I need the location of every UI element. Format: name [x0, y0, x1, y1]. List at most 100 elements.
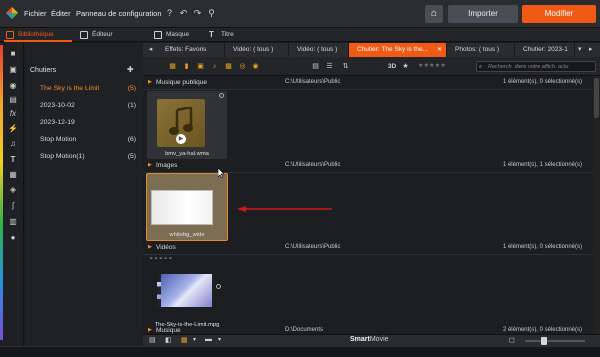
- collection-item[interactable]: 2023-12-19: [40, 119, 136, 130]
- group-header[interactable]: ▶ Musique D:\Documents 2 élément(s), 0 s…: [143, 327, 593, 334]
- storyboard-icon[interactable]: ▦: [181, 336, 188, 344]
- close-tab-icon[interactable]: ✕: [437, 43, 442, 57]
- item-menu-icon[interactable]: [219, 93, 224, 98]
- mouse-cursor-icon: [218, 168, 225, 178]
- collapse-icon[interactable]: ▶: [148, 244, 152, 250]
- dropdown-icon[interactable]: ▾: [218, 336, 221, 343]
- photos-icon[interactable]: ▤: [8, 95, 18, 105]
- media-icon[interactable]: ◉: [8, 81, 18, 91]
- menu-control-panel[interactable]: Panneau de configuration: [76, 9, 162, 18]
- edit-button[interactable]: Modifier: [522, 5, 596, 23]
- undo-icon[interactable]: ↶: [178, 8, 189, 19]
- smartmovie-button[interactable]: SmartMovie: [350, 336, 389, 343]
- media-item[interactable]: ▶ bmv_ya-hal.wma: [147, 91, 227, 159]
- info-icon[interactable]: ◧: [165, 336, 172, 344]
- transitions-icon[interactable]: ⚡: [8, 124, 18, 134]
- disc-filter-icon[interactable]: ◎: [238, 62, 247, 71]
- library-tab[interactable]: Effets: Favoris: [157, 43, 225, 57]
- home-icon: ⌂: [430, 8, 438, 19]
- group-header[interactable]: ▶ Musique publique C:\Utilisateurs\Publi…: [143, 79, 593, 88]
- collection-item[interactable]: Stop Motion(1) (5): [40, 153, 136, 164]
- library-tab[interactable]: Vidéo: ( tous ): [289, 43, 349, 57]
- project-icon[interactable]: ▣: [8, 65, 18, 75]
- filter-all-icon[interactable]: ▦: [168, 62, 177, 71]
- collections-icon[interactable]: ■: [8, 49, 18, 59]
- collections-heading: Chutiers: [30, 67, 57, 74]
- collapse-icon[interactable]: ▶: [148, 327, 152, 333]
- tab-title[interactable]: T Titre: [207, 28, 257, 42]
- tab-scroll-left-icon[interactable]: ◂: [146, 44, 155, 56]
- library-tab[interactable]: Chutier: 2023-1: [515, 43, 575, 57]
- app-logo-icon: [6, 7, 18, 19]
- item-menu-icon[interactable]: [216, 284, 221, 289]
- scrollbar-thumb[interactable]: [594, 78, 599, 118]
- add-collection-icon[interactable]: ✚: [127, 65, 137, 75]
- tab-library[interactable]: Bibliothèque: [4, 28, 72, 42]
- effects-icon[interactable]: fx: [8, 109, 18, 119]
- 3d-filter-toggle[interactable]: 3D: [386, 62, 398, 71]
- view-list-icon[interactable]: ☰: [325, 62, 334, 71]
- import-button[interactable]: Importer: [448, 5, 518, 23]
- library-tab[interactable]: Vidéo: ( tous ): [225, 43, 289, 57]
- sound-effects-icon[interactable]: ʃ: [8, 201, 18, 211]
- more-filter-icon[interactable]: ◉: [251, 62, 260, 71]
- annotation-arrow: [237, 206, 332, 212]
- category-color-bar: [0, 45, 3, 340]
- search-icon: ⌕: [479, 64, 483, 70]
- list-view-icon[interactable]: ▬: [205, 336, 212, 343]
- photo-filter-icon[interactable]: ▣: [196, 62, 205, 71]
- group-header[interactable]: ▶ Images C:\Utilisateurs\Public 1 élémen…: [143, 162, 593, 171]
- layers-icon[interactable]: ◈: [8, 185, 18, 195]
- zoom-slider-handle[interactable]: [541, 337, 547, 345]
- tab-editor[interactable]: Éditeur: [78, 28, 138, 42]
- editor-icon: [80, 31, 88, 39]
- music-note-icon: [169, 107, 193, 135]
- tab-mask[interactable]: Masque: [152, 28, 202, 42]
- content-scrollbar[interactable]: [593, 76, 600, 334]
- mask-icon: [154, 31, 162, 39]
- tabs-menu-icon[interactable]: ▾: [578, 45, 582, 53]
- media-item-selected[interactable]: whitebg_wide: [146, 173, 228, 241]
- collections-panel: Chutiers ✚ The Sky is the Limit (5) 2023-…: [25, 43, 143, 346]
- collection-item[interactable]: The Sky is the Limit (5): [40, 85, 136, 96]
- library-content: ▶ Musique publique C:\Utilisateurs\Publi…: [143, 76, 593, 334]
- image-thumbnail: [152, 191, 212, 224]
- page-icon[interactable]: ▤: [149, 336, 156, 344]
- redo-icon[interactable]: ↷: [192, 8, 203, 19]
- library-tabs: ◂ Effets: Favoris Vidéo: ( tous ) Vidéo:…: [143, 43, 600, 57]
- tab-scroll-right-icon[interactable]: ▸: [589, 45, 593, 53]
- project-filter-icon[interactable]: ▩: [224, 62, 233, 71]
- link-icon[interactable]: ⚲: [206, 8, 217, 19]
- group-header[interactable]: ▶ Vidéos C:\Utilisateurs\Public 1 élémen…: [143, 244, 593, 253]
- library-tab-active[interactable]: Chutier: The Sky is the... ✕: [349, 43, 447, 57]
- collection-item[interactable]: Stop Motion (6): [40, 136, 136, 147]
- collapse-icon[interactable]: ▶: [148, 162, 152, 168]
- collection-item[interactable]: 2023-10-02 (1): [40, 102, 136, 113]
- dropdown-icon[interactable]: ▾: [193, 336, 196, 343]
- collapse-icon[interactable]: ▶: [148, 79, 152, 85]
- media-item[interactable]: The-Sky-is-the-Limit.mpg: [147, 259, 227, 329]
- sort-icon[interactable]: ⇅: [341, 62, 350, 71]
- titles-icon[interactable]: T: [8, 155, 18, 165]
- library-tab[interactable]: Photos: ( tous ): [447, 43, 515, 57]
- disc-menu-icon[interactable]: ▥: [8, 217, 18, 227]
- menu-edit[interactable]: Éditer: [51, 9, 71, 18]
- zoom-out-icon[interactable]: ◻: [509, 336, 515, 344]
- group-divider: [143, 254, 593, 255]
- favorite-icon[interactable]: ★: [401, 62, 410, 71]
- mode-tabs: Bibliothèque Éditeur Masque T Titre: [0, 28, 600, 42]
- settings-icon[interactable]: ●: [8, 233, 18, 243]
- play-icon[interactable]: ▶: [176, 134, 186, 144]
- help-icon[interactable]: ?: [164, 8, 175, 19]
- rating-filter[interactable]: ★★★★★: [418, 62, 446, 69]
- zoom-slider[interactable]: [525, 340, 585, 342]
- view-thumbnails-icon[interactable]: ▤: [311, 62, 320, 71]
- music-icon[interactable]: ♫: [8, 139, 18, 149]
- video-filter-icon[interactable]: ▮: [182, 62, 191, 71]
- search-input[interactable]: ⌕ Recherch. dans votre affich. actu: [476, 61, 596, 72]
- montage-icon[interactable]: ▦: [8, 170, 18, 180]
- audio-filter-icon[interactable]: ♪: [210, 62, 219, 71]
- library-icon: [6, 31, 14, 39]
- menu-file[interactable]: Fichier: [24, 9, 47, 18]
- home-button[interactable]: ⌂: [425, 5, 443, 23]
